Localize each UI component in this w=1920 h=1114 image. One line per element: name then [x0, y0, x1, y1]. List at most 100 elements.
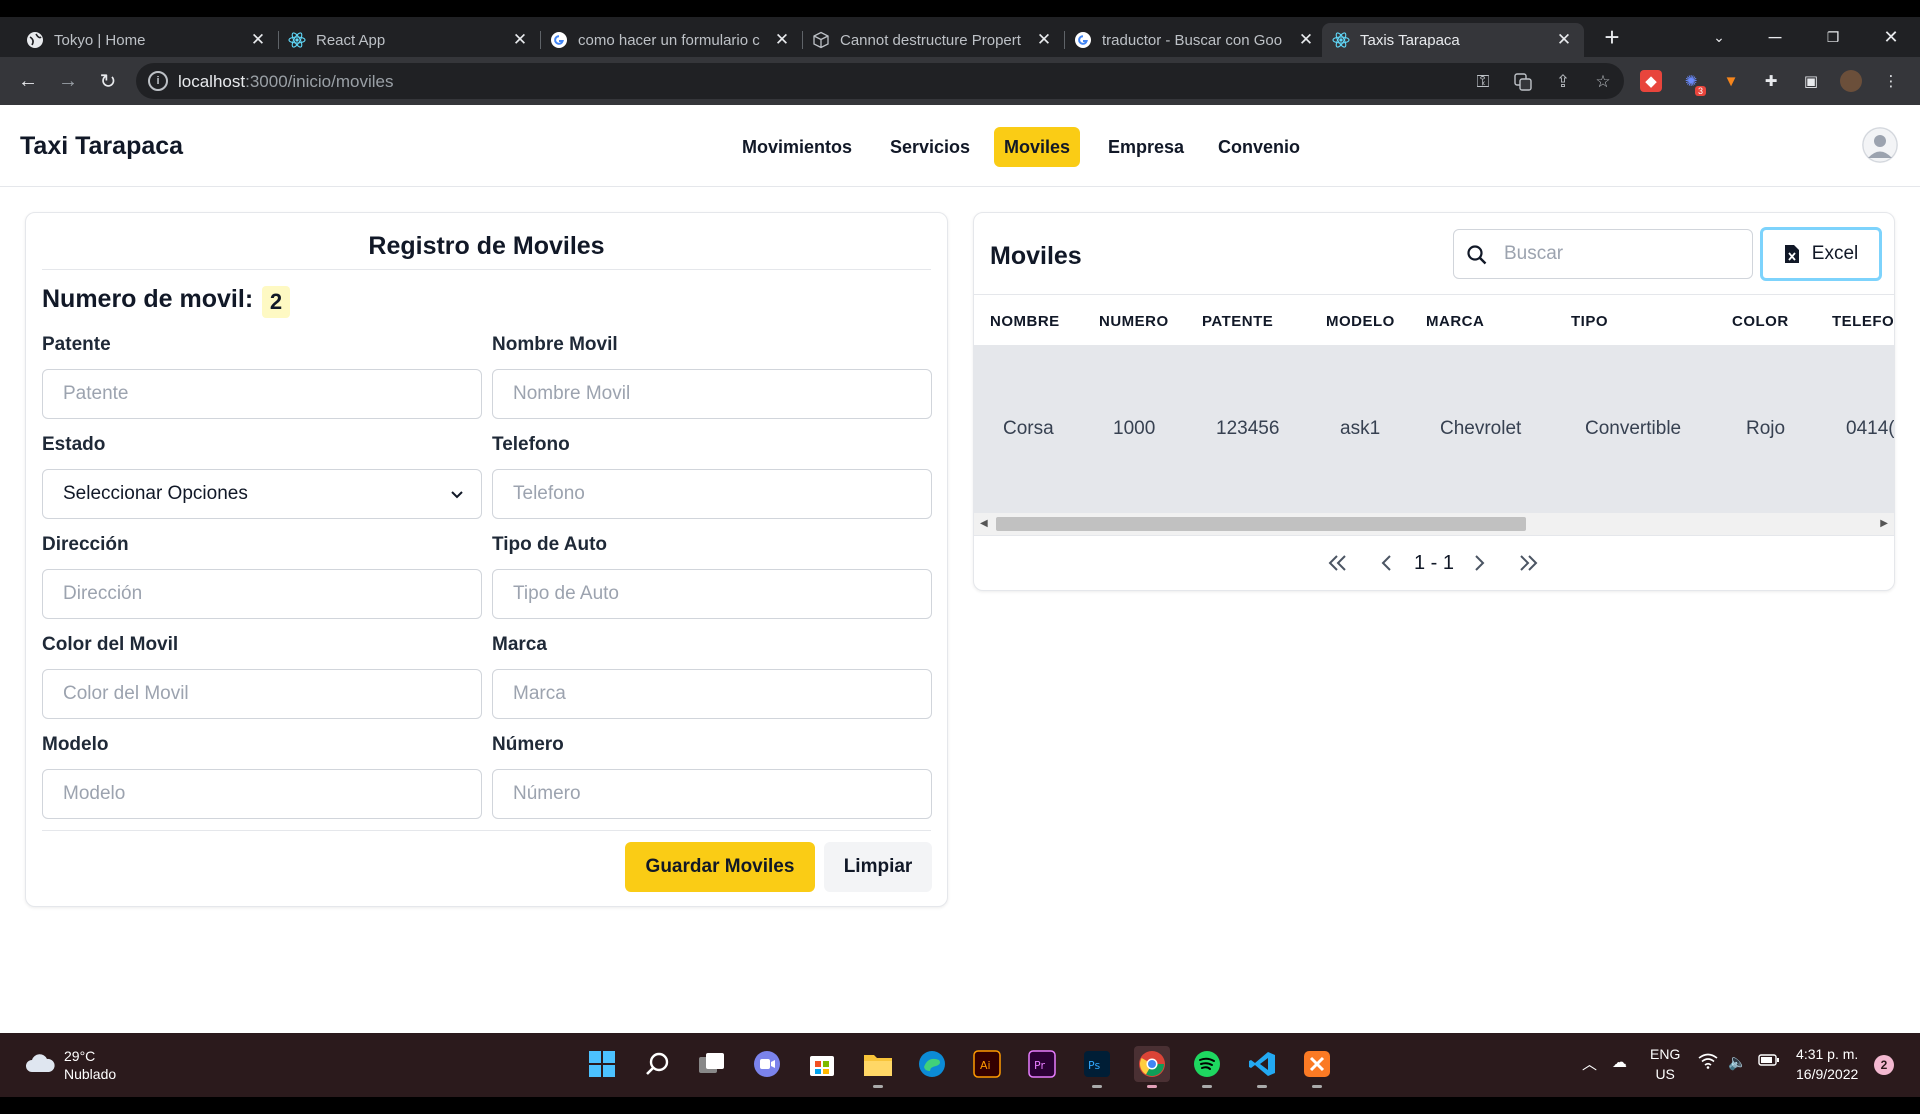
task-view-icon[interactable]	[694, 1046, 730, 1082]
svg-text:Ps: Ps	[1088, 1059, 1100, 1072]
browser-tab[interactable]: Cannot destructure Propert ✕	[802, 23, 1065, 57]
spotify-icon[interactable]	[1189, 1046, 1225, 1088]
estado-selected-value: Seleccionar Opciones	[63, 483, 248, 504]
edge-icon[interactable]	[914, 1046, 950, 1082]
scroll-left-icon[interactable]: ◀	[980, 518, 988, 529]
search-input[interactable]	[1504, 240, 1744, 268]
column-header[interactable]: TIPO	[1571, 313, 1608, 330]
close-tab-icon[interactable]: ✕	[772, 30, 792, 50]
close-tab-icon[interactable]: ✕	[1034, 30, 1054, 50]
column-header[interactable]: NUMERO	[1099, 313, 1169, 330]
weather-widget[interactable]: 29°C Nublado	[24, 1047, 116, 1083]
chrome-icon[interactable]	[1134, 1046, 1170, 1088]
close-tab-icon[interactable]: ✕	[1554, 30, 1574, 50]
browser-tab[interactable]: React App ✕	[278, 23, 541, 57]
clear-button[interactable]: Limpiar	[824, 842, 932, 892]
new-tab-icon[interactable]: +	[1596, 17, 1628, 57]
side-panel-icon[interactable]: ▣	[1800, 70, 1822, 92]
color-input[interactable]	[42, 669, 482, 719]
column-header[interactable]: PATENTE	[1202, 313, 1273, 330]
nombre-movil-input[interactable]	[492, 369, 932, 419]
bookmark-star-icon[interactable]: ☆	[1592, 71, 1614, 93]
site-info-icon[interactable]: i	[148, 71, 168, 91]
extensions-puzzle-icon[interactable]: ✚	[1760, 70, 1782, 92]
column-header[interactable]: TELEFON	[1832, 313, 1894, 330]
close-tab-icon[interactable]: ✕	[510, 30, 530, 50]
modelo-input[interactable]	[42, 769, 482, 819]
tab-search-icon[interactable]: ⌄	[1704, 17, 1734, 57]
illustrator-icon[interactable]: Ai	[969, 1046, 1005, 1082]
patente-input[interactable]	[42, 369, 482, 419]
microsoft-store-icon[interactable]	[804, 1046, 840, 1082]
browser-tab[interactable]: Tokyo | Home ✕	[16, 23, 279, 57]
close-tab-icon[interactable]: ✕	[248, 30, 268, 50]
file-explorer-icon[interactable]	[860, 1046, 896, 1088]
menu-kebab-icon[interactable]: ⋮	[1880, 70, 1902, 92]
marca-input[interactable]	[492, 669, 932, 719]
premiere-icon[interactable]: Pr	[1024, 1046, 1060, 1082]
tipo-auto-input[interactable]	[492, 569, 932, 619]
translate-icon[interactable]	[1512, 71, 1534, 93]
browser-tab-active[interactable]: Taxis Tarapaca ✕	[1322, 23, 1584, 57]
language-indicator[interactable]: ENG US	[1650, 1044, 1680, 1084]
close-window-icon[interactable]: ✕	[1876, 17, 1906, 57]
horizontal-scrollbar[interactable]: ◀ ▶	[974, 513, 1894, 535]
direccion-input[interactable]	[42, 569, 482, 619]
excel-export-button[interactable]: Excel	[1760, 227, 1882, 281]
table-row[interactable]: Corsa 1000 123456 ask1 Chevrolet Convert…	[974, 346, 1894, 513]
search-taskbar-icon[interactable]	[640, 1046, 676, 1082]
brand-title[interactable]: Taxi Tarapaca	[20, 132, 183, 161]
forward-icon[interactable]: →	[54, 67, 82, 95]
share-icon[interactable]: ⇪	[1552, 71, 1574, 93]
xampp-icon[interactable]	[1299, 1046, 1335, 1088]
restore-icon[interactable]: ❐	[1818, 17, 1848, 57]
column-header[interactable]: COLOR	[1732, 313, 1789, 330]
telefono-input[interactable]	[492, 469, 932, 519]
nav-link-convenio[interactable]: Convenio	[1208, 127, 1310, 167]
running-indicator	[1312, 1085, 1322, 1088]
extension-red-icon[interactable]: ◆	[1640, 70, 1662, 92]
windows-start-icon[interactable]	[584, 1046, 620, 1082]
metamask-icon[interactable]: ▼	[1720, 70, 1742, 92]
system-clock[interactable]: 4:31 p. m. 16/9/2022	[1796, 1044, 1858, 1084]
column-header[interactable]: MARCA	[1426, 313, 1484, 330]
volume-icon[interactable]: 🔈	[1728, 1053, 1747, 1071]
notification-badge[interactable]: 2	[1874, 1055, 1894, 1075]
profile-avatar-icon[interactable]	[1840, 70, 1862, 92]
battery-icon[interactable]	[1758, 1053, 1780, 1071]
photoshop-icon[interactable]: Ps	[1079, 1046, 1115, 1088]
browser-tab[interactable]: como hacer un formulario c ✕	[540, 23, 803, 57]
search-field[interactable]	[1453, 229, 1753, 279]
show-hidden-icons-icon[interactable]: ︿	[1582, 1053, 1597, 1074]
estado-select[interactable]: Seleccionar Opciones	[42, 469, 482, 519]
form-title: Registro de Moviles	[368, 232, 605, 260]
teams-chat-icon[interactable]	[749, 1046, 785, 1082]
first-page-icon[interactable]	[1324, 550, 1352, 576]
scrollbar-thumb[interactable]	[996, 517, 1526, 531]
browser-tab[interactable]: traductor - Buscar con Goo ✕	[1064, 23, 1326, 57]
nav-link-moviles[interactable]: Moviles	[994, 127, 1081, 167]
onedrive-icon[interactable]: ☁	[1612, 1053, 1627, 1071]
prev-page-icon[interactable]	[1376, 550, 1398, 576]
back-icon[interactable]: ←	[14, 67, 42, 95]
address-bar[interactable]: i localhost:3000/inicio/moviles ⚿ ⇪ ☆	[136, 63, 1624, 99]
nav-link-servicios[interactable]: Servicios	[880, 127, 980, 167]
minimize-icon[interactable]: ─	[1760, 17, 1790, 57]
search-icon	[1466, 244, 1488, 271]
column-header[interactable]: NOMBRE	[990, 313, 1060, 330]
save-button[interactable]: Guardar Moviles	[625, 842, 815, 892]
user-avatar[interactable]	[1862, 127, 1898, 163]
column-header[interactable]: MODELO	[1326, 313, 1395, 330]
last-page-icon[interactable]	[1514, 550, 1542, 576]
scroll-right-icon[interactable]: ▶	[1880, 518, 1888, 529]
next-page-icon[interactable]	[1468, 550, 1490, 576]
numero-input[interactable]	[492, 769, 932, 819]
wifi-icon[interactable]	[1698, 1053, 1718, 1073]
extension-blue-icon[interactable]: ✺ 3	[1680, 70, 1706, 96]
close-tab-icon[interactable]: ✕	[1296, 30, 1316, 50]
nav-link-empresa[interactable]: Empresa	[1098, 127, 1194, 167]
key-icon[interactable]: ⚿	[1472, 71, 1494, 93]
vscode-icon[interactable]	[1244, 1046, 1280, 1088]
reload-icon[interactable]: ↻	[94, 67, 122, 95]
nav-link-movimientos[interactable]: Movimientos	[732, 127, 862, 167]
